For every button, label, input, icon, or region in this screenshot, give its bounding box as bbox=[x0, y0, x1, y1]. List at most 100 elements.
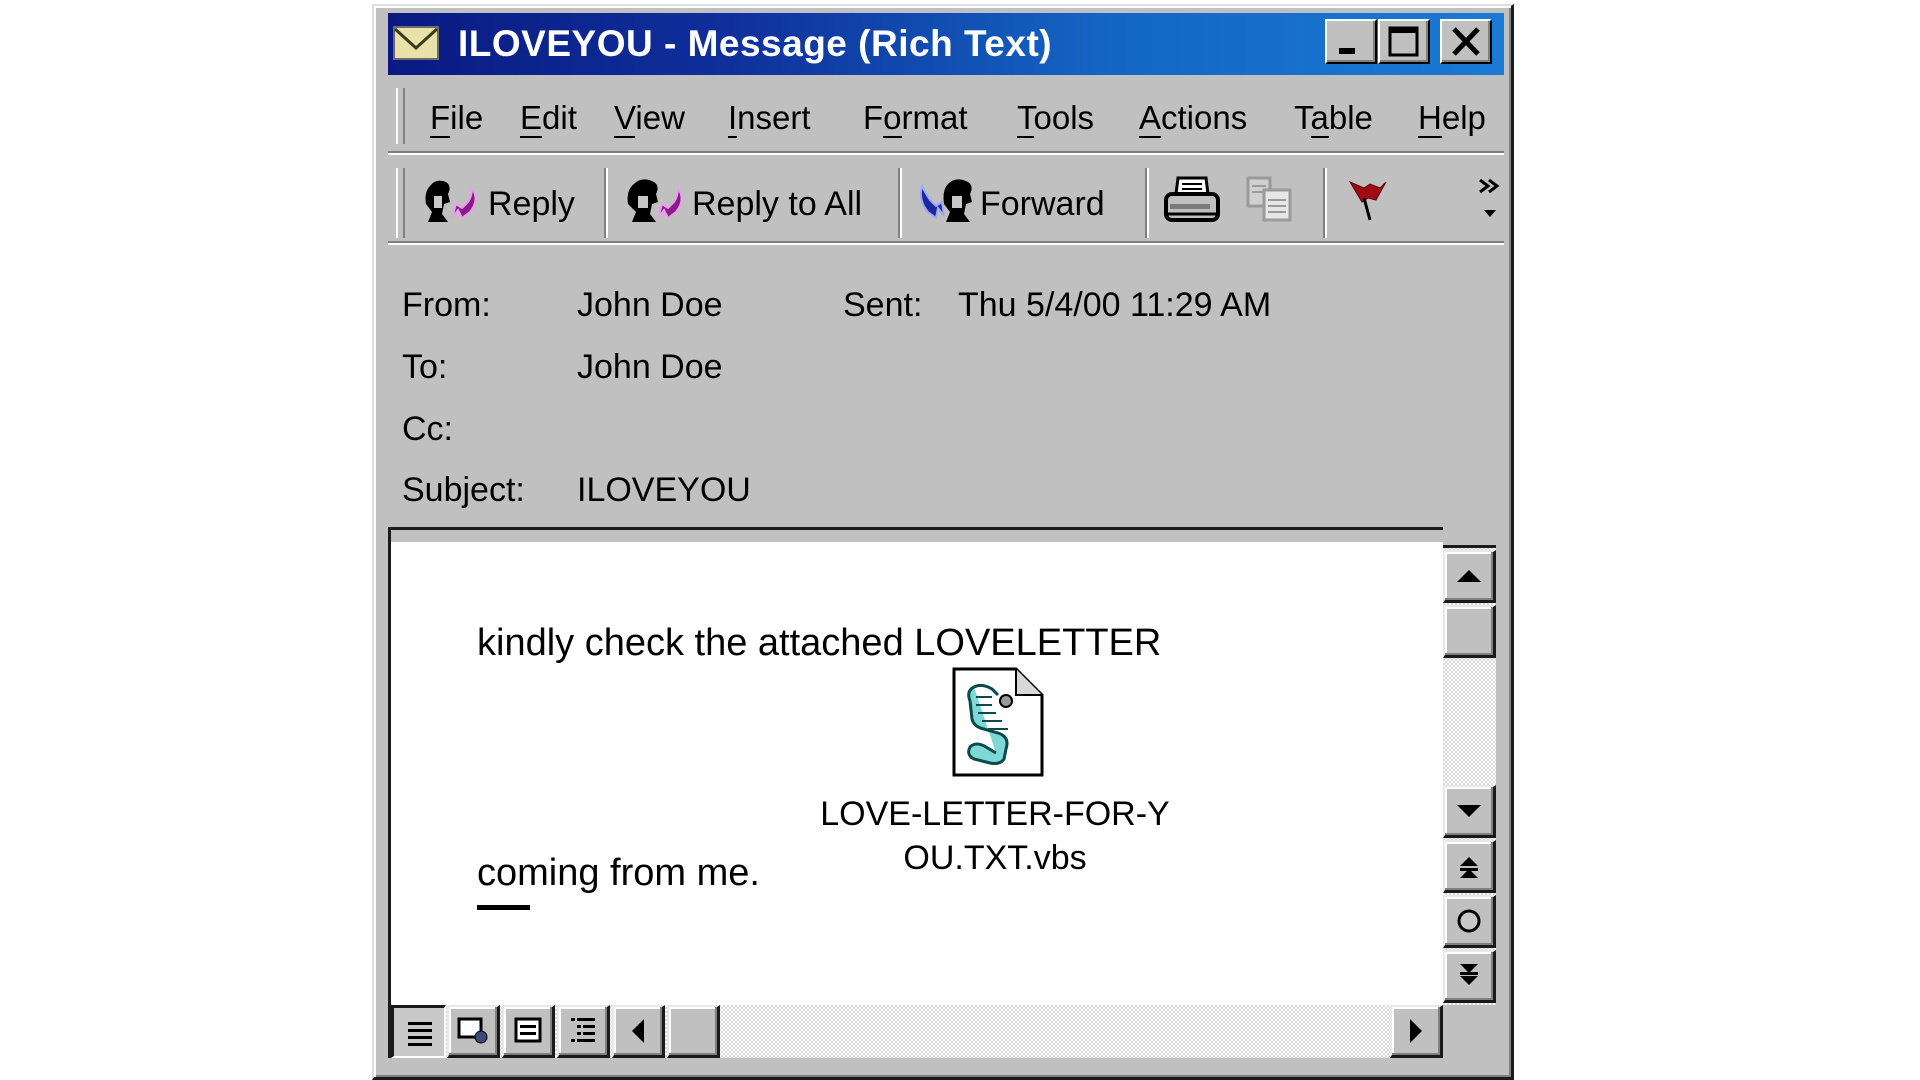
web-layout-view-button[interactable] bbox=[447, 1005, 500, 1058]
outline-view-icon bbox=[571, 1018, 595, 1042]
menu-table-label: Table bbox=[1294, 99, 1373, 138]
print-button[interactable] bbox=[1160, 170, 1224, 234]
menu-edit-label: Edit bbox=[520, 99, 577, 138]
subject-label: Subject: bbox=[402, 471, 525, 509]
minimize-icon bbox=[1339, 48, 1355, 54]
accelerator-key: H bbox=[1418, 99, 1442, 138]
accelerator-key: T bbox=[1017, 99, 1034, 138]
web-layout-icon bbox=[457, 1017, 488, 1044]
scroll-down-button[interactable] bbox=[1443, 785, 1496, 838]
scroll-up-button[interactable] bbox=[1443, 550, 1496, 603]
cc-value[interactable] bbox=[577, 409, 1277, 449]
normal-view-button[interactable] bbox=[391, 1005, 446, 1058]
sent-label: Sent: bbox=[843, 286, 923, 324]
select-browse-object-button[interactable] bbox=[1443, 895, 1496, 948]
print-layout-icon bbox=[514, 1017, 542, 1043]
maximize-button[interactable] bbox=[1378, 19, 1430, 64]
attachment-name[interactable]: LOVE-LETTER-FOR-Y OU.TXT.vbs bbox=[800, 792, 1190, 880]
more-chevron-icon bbox=[1479, 178, 1500, 217]
minimize-button[interactable] bbox=[1325, 19, 1377, 64]
close-button[interactable] bbox=[1440, 19, 1492, 64]
arrow-down-icon bbox=[1457, 805, 1481, 817]
reply-all-icon bbox=[627, 179, 683, 222]
from-value[interactable]: John Doe bbox=[577, 285, 723, 325]
menu-help[interactable]: Help bbox=[1418, 96, 1486, 140]
scroll-right-button[interactable] bbox=[1390, 1005, 1443, 1058]
copy-icon bbox=[1246, 176, 1292, 222]
normal-view-icon bbox=[408, 1022, 432, 1046]
vertical-scroll-thumb[interactable] bbox=[1443, 605, 1496, 658]
envelope-icon bbox=[393, 26, 439, 60]
window-title: ILOVEYOU - Message (Rich Text) bbox=[458, 23, 1053, 64]
browse-object-circle-icon bbox=[1457, 909, 1481, 933]
reply-button[interactable]: Reply bbox=[420, 166, 600, 238]
print-layout-view-button[interactable] bbox=[502, 1005, 555, 1058]
accelerator-key: a bbox=[1310, 99, 1329, 138]
vertical-split-handle[interactable] bbox=[1443, 530, 1496, 548]
menu-format[interactable]: Format bbox=[863, 96, 968, 140]
forward-icon bbox=[919, 179, 972, 222]
arrow-up-icon bbox=[1457, 570, 1481, 582]
copy-button[interactable] bbox=[1240, 170, 1304, 234]
menu-insert-label: Insert bbox=[728, 99, 811, 138]
menu-view[interactable]: View bbox=[614, 96, 685, 140]
accelerator-key: E bbox=[520, 99, 543, 138]
accelerator-key: I bbox=[728, 99, 738, 138]
arrow-left-icon bbox=[632, 1019, 644, 1043]
menubar-grip[interactable] bbox=[396, 88, 405, 144]
toolbar-separator bbox=[1323, 168, 1327, 238]
menu-help-label: Help bbox=[1418, 99, 1486, 138]
from-label: From: bbox=[402, 286, 491, 324]
previous-page-button[interactable] bbox=[1443, 840, 1496, 893]
next-page-button[interactable] bbox=[1443, 950, 1496, 1003]
print-icon bbox=[1164, 176, 1220, 222]
toolbar-divider bbox=[388, 241, 1504, 245]
accelerator-key: V bbox=[614, 99, 636, 138]
toolbar-overflow-button[interactable] bbox=[1478, 170, 1504, 234]
to-value[interactable]: John Doe bbox=[577, 347, 723, 387]
maximize-icon bbox=[1388, 26, 1419, 57]
attachment-name-line-1: LOVE-LETTER-FOR-Y bbox=[820, 795, 1170, 833]
double-arrow-down-icon bbox=[1460, 964, 1478, 985]
menu-table[interactable]: Table bbox=[1294, 96, 1373, 140]
toolbar-grip[interactable] bbox=[396, 168, 405, 238]
menu-file-label: File bbox=[430, 99, 484, 138]
cc-label: Cc: bbox=[402, 410, 453, 448]
menu-actions[interactable]: Actions bbox=[1139, 96, 1247, 140]
reply-label: Reply bbox=[488, 185, 575, 223]
forward-label: Forward bbox=[980, 185, 1105, 223]
reply-all-button[interactable]: Reply to All bbox=[622, 166, 892, 238]
horizontal-scroll-thumb[interactable] bbox=[667, 1005, 720, 1058]
subject-value: ILOVEYOU bbox=[577, 471, 751, 509]
scrollbar-corner bbox=[1443, 1005, 1496, 1058]
attachment-name-line-2: OU.TXT.vbs bbox=[903, 839, 1087, 877]
toolbar-separator bbox=[604, 168, 608, 238]
menubar-divider bbox=[388, 151, 1504, 155]
scroll-left-button[interactable] bbox=[612, 1005, 665, 1058]
arrow-right-icon bbox=[1410, 1019, 1422, 1043]
message-line-2: coming from me. bbox=[477, 852, 760, 894]
menu-format-label: Format bbox=[863, 99, 968, 138]
to-label: To: bbox=[402, 348, 448, 386]
vbscript-file-icon bbox=[952, 667, 1044, 777]
sent-value: Thu 5/4/00 11:29 AM bbox=[958, 286, 1272, 324]
accelerator-key: A bbox=[1139, 99, 1162, 138]
accelerator-key: F bbox=[430, 99, 451, 138]
text-cursor-marker bbox=[477, 905, 530, 910]
menu-view-label: View bbox=[614, 99, 685, 138]
accelerator-key: o bbox=[883, 99, 902, 138]
reply-all-label: Reply to All bbox=[692, 185, 863, 223]
flag-button[interactable] bbox=[1340, 170, 1400, 234]
double-arrow-up-icon bbox=[1460, 857, 1478, 878]
flag-icon bbox=[1348, 180, 1387, 221]
menu-insert[interactable]: Insert bbox=[728, 96, 811, 140]
close-icon bbox=[1452, 27, 1480, 56]
menu-file[interactable]: File bbox=[430, 96, 483, 140]
menu-edit[interactable]: Edit bbox=[520, 96, 577, 140]
attachment[interactable] bbox=[952, 667, 1044, 777]
menu-tools[interactable]: Tools bbox=[1017, 96, 1094, 140]
outline-view-button[interactable] bbox=[557, 1005, 610, 1058]
reply-icon bbox=[425, 180, 477, 222]
menu-actions-label: Actions bbox=[1139, 99, 1248, 138]
forward-button[interactable]: Forward bbox=[914, 166, 1139, 238]
